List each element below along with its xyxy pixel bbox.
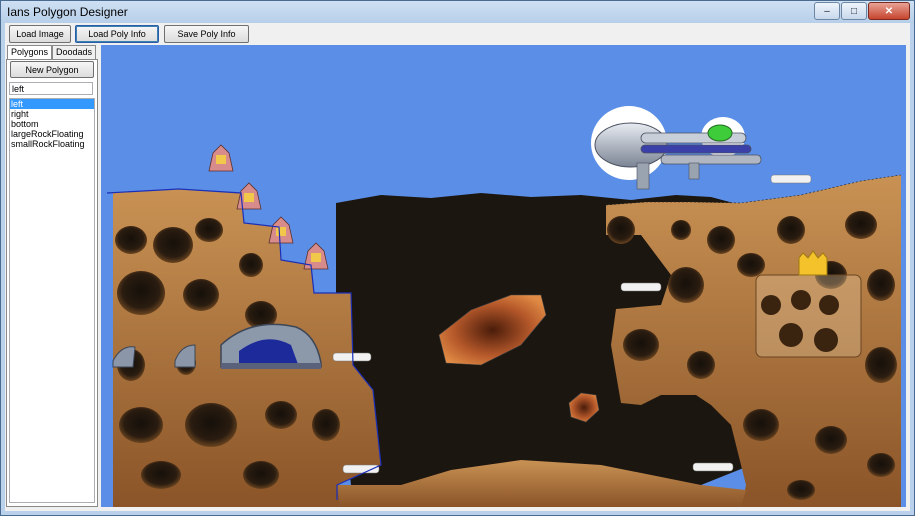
close-icon: ✕ [884,5,894,17]
minimize-icon: – [824,5,830,17]
save-poly-info-button[interactable]: Save Poly Info [164,25,249,43]
client-area: Load Image Load Poly Info Save Poly Info… [5,23,910,511]
list-item[interactable]: largeRockFloating [10,129,94,139]
title-bar[interactable]: Ians Polygon Designer – □ ✕ [1,1,914,23]
toolbar: Load Image Load Poly Info Save Poly Info [5,23,910,45]
tab-doodads[interactable]: Doodads [52,45,97,59]
crown-icon [798,250,828,276]
tab-strip: Polygons Doodads [7,45,97,59]
load-image-button[interactable]: Load Image [9,25,71,43]
window-controls: – □ ✕ [813,2,910,20]
level-image[interactable] [101,45,906,507]
list-item[interactable]: smallRockFloating [10,139,94,149]
left-panel: Polygons Doodads New Polygon left left r… [5,45,98,511]
polygon-list[interactable]: left right bottom largeRockFloating smal… [9,98,95,503]
minimize-button[interactable]: – [814,2,840,20]
polygons-tab-page: New Polygon left left right bottom large… [6,59,98,507]
maximize-icon: □ [850,5,858,17]
doodad-region [755,274,862,358]
load-poly-info-button[interactable]: Load Poly Info [75,25,159,43]
app-window: Ians Polygon Designer – □ ✕ Load Image L… [0,0,915,516]
polygon-name-input[interactable]: left [9,82,93,95]
list-item[interactable]: right [10,109,94,119]
maximize-button[interactable]: □ [841,2,867,20]
list-item[interactable]: left [10,99,94,109]
close-button[interactable]: ✕ [868,2,910,20]
new-polygon-button[interactable]: New Polygon [10,61,94,78]
window-title: Ians Polygon Designer [7,5,128,19]
tab-polygons[interactable]: Polygons [7,45,53,59]
list-item[interactable]: bottom [10,119,94,129]
level-canvas[interactable] [101,45,906,507]
